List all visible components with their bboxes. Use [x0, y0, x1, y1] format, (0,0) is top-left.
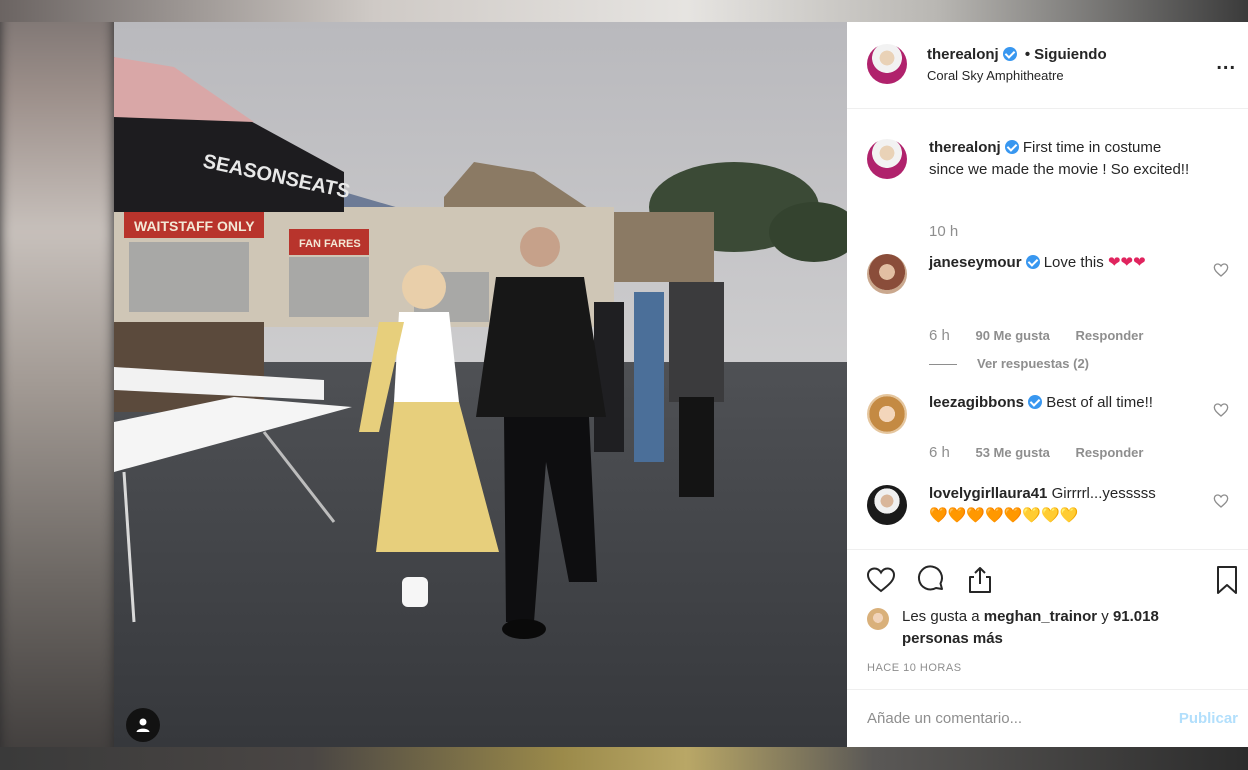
author-line: therealonj • Siguiendo — [927, 46, 1107, 63]
comment-username[interactable]: lovelygirllaura41 — [929, 485, 1047, 502]
likes-joiner: y — [1101, 608, 1109, 625]
verified-icon — [1028, 395, 1043, 409]
comment-icon[interactable] — [915, 564, 947, 596]
comment-username[interactable]: janeseymour — [929, 254, 1022, 271]
author-avatar[interactable] — [867, 44, 907, 84]
likes-prefix: Les gusta a — [902, 608, 980, 625]
bookmark-icon[interactable] — [1211, 564, 1243, 596]
replies-divider — [929, 364, 957, 366]
fanfare-sign: FAN FARES — [299, 238, 361, 250]
view-replies-button[interactable]: Ver respuestas (2) — [929, 356, 1089, 371]
comment-time: 6 h — [929, 327, 950, 344]
comment-body: Love this — [1043, 254, 1104, 271]
view-replies-label: Ver respuestas (2) — [977, 356, 1090, 371]
user-icon — [136, 718, 150, 732]
like-icon[interactable] — [865, 564, 897, 596]
comment-item: leezagibbons Best of all time!! 6 h 53 M… — [867, 392, 1237, 472]
commenter-avatar[interactable] — [867, 254, 907, 294]
tagged-user-button[interactable] — [126, 708, 160, 742]
liker-avatar[interactable] — [867, 608, 889, 630]
heart-emoji: ❤❤❤ — [1107, 254, 1146, 271]
woman-shoe — [402, 577, 428, 607]
comment-username[interactable]: leezagibbons — [929, 394, 1024, 411]
background-top-blur — [0, 0, 1248, 22]
bystander — [634, 292, 664, 462]
comment-input[interactable]: Añade un comentario... — [867, 710, 1022, 727]
comment-text: lovelygirllaura41 Girrrrl...yesssss 🧡🧡🧡🧡… — [929, 483, 1219, 527]
man-shoe — [502, 619, 546, 639]
comment-meta: 6 h 90 Me gusta Responder — [929, 327, 1165, 344]
likes-text: Les gusta a meghan_trainor y 91.018 pers… — [902, 606, 1222, 650]
waitstaff-sign: WAITSTAFF ONLY — [134, 218, 255, 234]
verified-icon — [1004, 140, 1019, 154]
comment-likes[interactable]: 53 Me gusta — [975, 445, 1049, 460]
more-options-icon[interactable]: ... — [1216, 52, 1236, 75]
caption-avatar[interactable] — [867, 139, 907, 179]
shutter — [289, 257, 369, 317]
commenter-avatar[interactable] — [867, 394, 907, 434]
reply-button[interactable]: Responder — [1076, 445, 1144, 460]
post-side-panel: therealonj • Siguiendo Coral Sky Amphithe… — [847, 22, 1248, 747]
woman-blouse — [394, 312, 459, 402]
bystander — [669, 282, 724, 402]
comment-time: 6 h — [929, 444, 950, 461]
reply-button[interactable]: Responder — [1076, 328, 1144, 343]
caption-text: therealonj First time in costume since w… — [929, 137, 1199, 181]
commenter-avatar[interactable] — [867, 485, 907, 525]
woman-head — [402, 265, 446, 309]
shutter — [129, 242, 249, 312]
verified-icon — [1002, 47, 1017, 61]
location-link[interactable]: Coral Sky Amphitheatre — [927, 68, 1064, 83]
comment-meta: 6 h 53 Me gusta Responder — [929, 444, 1165, 461]
comment-body: Best of all time!! — [1046, 394, 1153, 411]
comment-text: janeseymour Love this ❤❤❤ — [929, 252, 1199, 274]
post-photo[interactable]: WAITSTAFF ONLY FAN FARES SEASONSEATS — [114, 22, 847, 747]
verified-icon — [1025, 255, 1040, 269]
man-head — [520, 227, 560, 267]
photo-scene: WAITSTAFF ONLY FAN FARES SEASONSEATS — [114, 22, 847, 747]
background-left-blur — [0, 0, 114, 770]
post-actions: Les gusta a meghan_trainor y 91.018 pers… — [847, 549, 1248, 710]
yellow-heart-emojis: 💛💛💛 — [1022, 507, 1079, 524]
like-comment-icon[interactable] — [1213, 402, 1229, 418]
comment-text: leezagibbons Best of all time!! — [929, 392, 1199, 414]
comment-item: janeseymour Love this ❤❤❤ 6 h 90 Me gust… — [867, 252, 1237, 372]
caption: therealonj First time in costume since w… — [867, 137, 1237, 240]
background-bottom-blur — [0, 747, 1248, 770]
share-icon[interactable] — [964, 564, 996, 596]
separator-dot: • — [1024, 46, 1031, 63]
caption-timestamp: 10 h — [929, 223, 959, 240]
like-comment-icon[interactable] — [1213, 493, 1229, 509]
orange-heart-emojis: 🧡🧡🧡🧡🧡 — [929, 507, 1023, 524]
publish-button[interactable]: Publicar — [1179, 710, 1238, 727]
comment-likes[interactable]: 90 Me gusta — [975, 328, 1049, 343]
liker-username[interactable]: meghan_trainor — [984, 608, 1097, 625]
comment-composer: Añade un comentario... Publicar — [847, 689, 1248, 748]
author-username[interactable]: therealonj — [927, 46, 999, 63]
post-timestamp[interactable]: HACE 10 HORAS — [867, 662, 962, 674]
man-jacket — [476, 277, 606, 417]
follow-status-button[interactable]: Siguiendo — [1034, 46, 1107, 63]
caption-username[interactable]: therealonj — [929, 139, 1001, 156]
caption-time: 10 h — [929, 223, 980, 240]
post-header: therealonj • Siguiendo Coral Sky Amphithe… — [847, 22, 1248, 109]
bystander — [679, 397, 714, 497]
comment-body: Girrrrl...yesssss — [1051, 485, 1156, 502]
comments-list[interactable]: therealonj First time in costume since w… — [847, 109, 1248, 549]
like-comment-icon[interactable] — [1213, 262, 1229, 278]
comment-item: lovelygirllaura41 Girrrrl...yesssss 🧡🧡🧡🧡… — [867, 483, 1237, 543]
